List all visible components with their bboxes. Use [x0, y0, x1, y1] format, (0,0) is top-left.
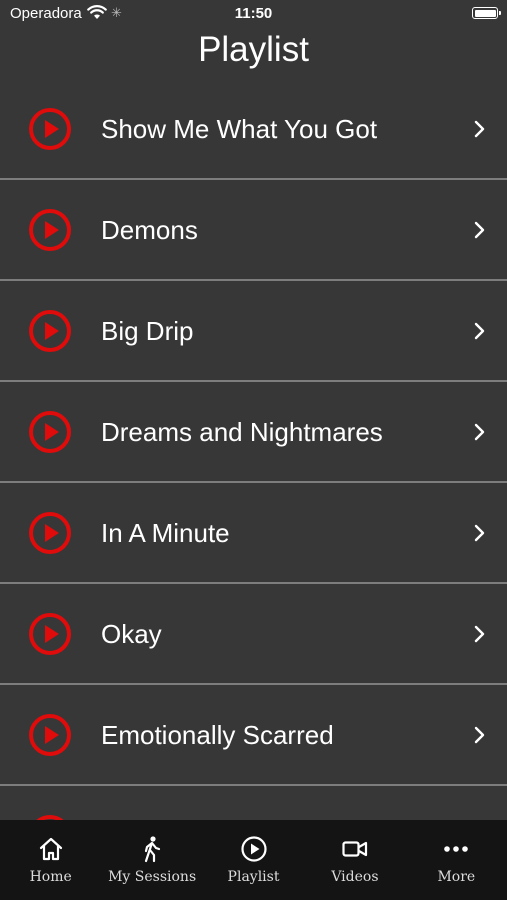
play-circle-icon[interactable] — [28, 208, 72, 252]
chevron-right-icon — [474, 625, 485, 643]
chevron-right-icon — [474, 120, 485, 138]
play-circle-icon — [240, 836, 267, 862]
track-row[interactable]: Big Drip — [0, 281, 507, 382]
chevron-right-icon — [474, 322, 485, 340]
track-row[interactable]: In A Minute — [0, 483, 507, 584]
tab-label: My Sessions — [108, 869, 197, 885]
track-row[interactable]: Demons — [0, 180, 507, 281]
tab-bar: Home My Sessions Playlist Videos More — [0, 820, 507, 900]
tab-videos[interactable]: Videos — [304, 820, 405, 900]
track-title: Big Drip — [101, 316, 194, 346]
chevron-right-icon — [474, 221, 485, 239]
chevron-right-icon — [474, 423, 485, 441]
page-title: Playlist — [198, 30, 309, 69]
track-title: Emotionally Scarred — [101, 720, 334, 750]
chevron-right-icon — [474, 524, 485, 542]
play-circle-icon[interactable] — [28, 612, 72, 656]
track-row[interactable]: Dreams and Nightmares — [0, 382, 507, 483]
status-bar: Operadora ✳ 11:50 — [0, 0, 507, 28]
status-time: 11:50 — [234, 5, 273, 22]
video-camera-icon — [342, 841, 368, 857]
tab-label: Videos — [331, 869, 379, 885]
track-title: Okay — [101, 619, 162, 649]
track-title: In A Minute — [101, 518, 230, 548]
track-title: Show Me What You Got — [101, 114, 378, 144]
playlist[interactable]: Show Me What You Got Demons Big Drip Dre… — [0, 79, 507, 820]
play-circle-icon[interactable] — [28, 107, 72, 151]
play-circle-icon[interactable] — [28, 713, 72, 757]
battery-icon — [472, 7, 501, 19]
tab-label: More — [437, 869, 476, 885]
tab-my-sessions[interactable]: My Sessions — [101, 820, 202, 900]
home-icon — [39, 837, 62, 861]
play-circle-icon[interactable] — [28, 410, 72, 454]
play-circle-icon[interactable] — [28, 309, 72, 353]
tab-label: Home — [29, 869, 72, 885]
tab-more[interactable]: More — [406, 820, 507, 900]
play-circle-icon[interactable] — [28, 511, 72, 555]
track-title: Dreams and Nightmares — [101, 417, 383, 447]
track-row[interactable]: Show Me What You Got — [0, 79, 507, 180]
tab-label: Playlist — [227, 869, 280, 885]
walking-person-icon — [145, 836, 161, 863]
track-row[interactable]: Emotionally Scarred — [0, 685, 507, 786]
tab-playlist[interactable]: Playlist — [203, 820, 304, 900]
track-row[interactable]: Okay — [0, 584, 507, 685]
chevron-right-icon — [474, 726, 485, 744]
track-title: Demons — [101, 215, 198, 245]
tab-home[interactable]: Home — [0, 820, 101, 900]
more-dots-icon — [444, 846, 469, 852]
track-row[interactable] — [0, 786, 507, 820]
